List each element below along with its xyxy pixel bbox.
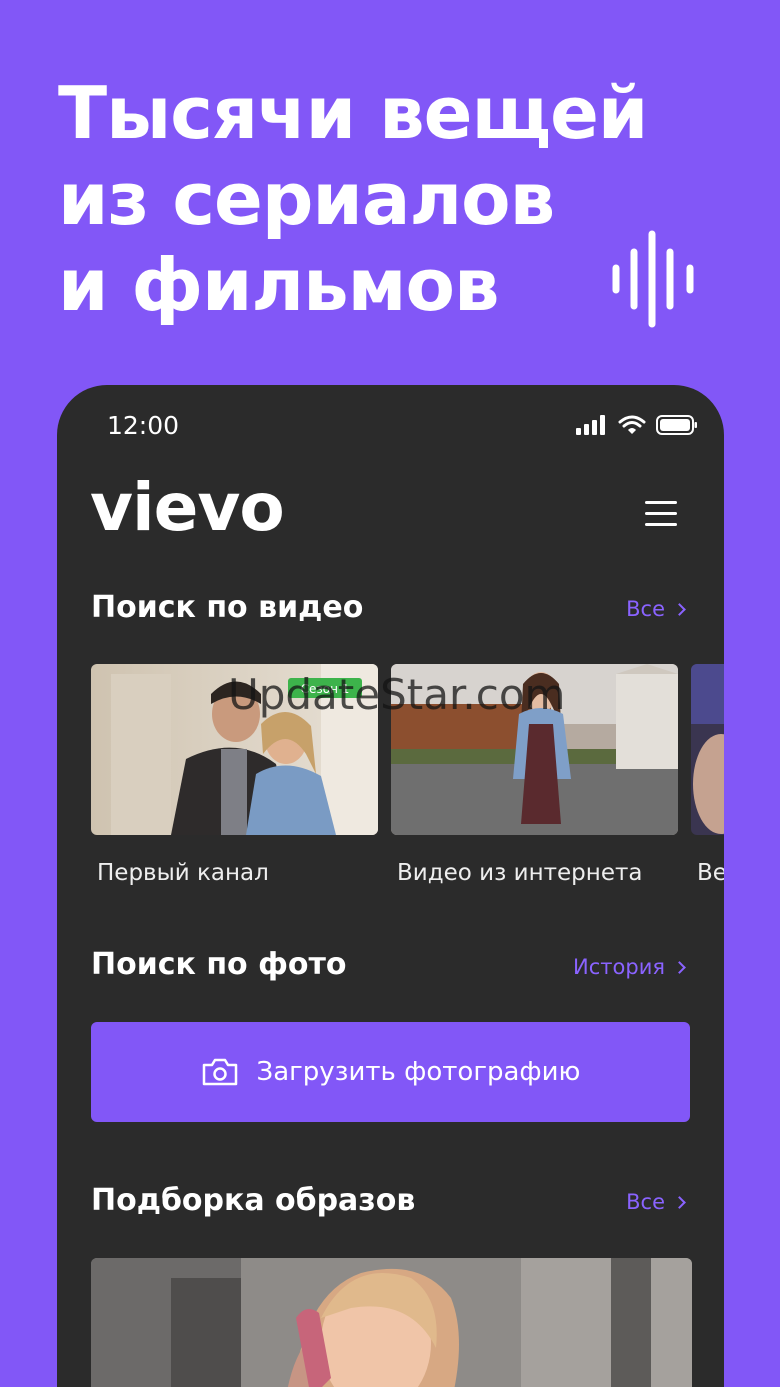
- headline-line-3: и фильмов: [58, 243, 500, 327]
- chevron-right-icon: [673, 1195, 686, 1209]
- video-search-all-label: Все: [626, 597, 665, 621]
- status-time: 12:00: [107, 411, 180, 440]
- signal-icon: [576, 415, 605, 435]
- hamburger-menu-icon[interactable]: [645, 501, 677, 527]
- headline-line-1: Тысячи вещей: [58, 71, 648, 155]
- app-logo: vievo: [90, 469, 285, 546]
- looks-title: Подборка образов: [91, 1183, 416, 1218]
- looks-all-label: Все: [626, 1190, 665, 1214]
- video-search-all-link[interactable]: Все: [626, 597, 686, 621]
- upload-photo-button[interactable]: Загрузить фотографию: [91, 1022, 690, 1122]
- photo-search-history-link[interactable]: История: [573, 955, 686, 979]
- wifi-icon: [618, 415, 646, 434]
- camera-icon: [202, 1058, 237, 1086]
- headline: Тысячи вещей из сериалов и фильмов: [58, 70, 648, 328]
- status-icons: [576, 415, 698, 435]
- video-card-partial[interactable]: Ве: [691, 664, 724, 886]
- sound-wave-icon: [612, 230, 694, 328]
- chevron-right-icon: [673, 960, 686, 974]
- upload-photo-label: Загрузить фотографию: [256, 1057, 581, 1087]
- video-thumbnail: [691, 664, 724, 835]
- battery-icon: [656, 415, 697, 435]
- chevron-right-icon: [673, 602, 686, 616]
- headline-line-2: из сериалов: [58, 157, 555, 241]
- photo-search-history-label: История: [573, 955, 665, 979]
- video-card-label: Ве: [697, 860, 724, 886]
- photo-search-title: Поиск по фото: [91, 947, 347, 982]
- looks-all-link[interactable]: Все: [626, 1190, 686, 1214]
- video-card-label: Видео из интернета: [397, 860, 643, 886]
- video-card-label: Первый канал: [97, 860, 269, 886]
- watermark: UpdateStar.com: [228, 670, 566, 719]
- video-search-title: Поиск по видео: [91, 590, 364, 625]
- looks-preview-image[interactable]: [91, 1258, 692, 1387]
- phone-frame: 12:00 vievo Поиск по видео Все Сезон 1 П…: [57, 385, 724, 1387]
